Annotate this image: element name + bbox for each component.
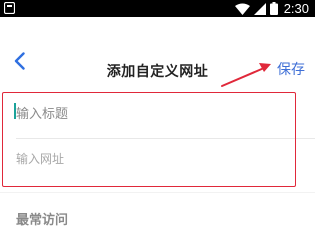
url-field[interactable] [16, 139, 301, 179]
page-title: 添加自定义网址 [106, 64, 209, 80]
cellular-signal-icon [253, 2, 266, 15]
input-divider [16, 138, 315, 139]
app-header: 添加自定义网址 保存 [0, 17, 315, 89]
status-icons: 2:30 [234, 0, 309, 17]
screen: 2:30 添加自定义网址 保存 最常访问 [0, 0, 315, 249]
title-input[interactable] [16, 94, 301, 134]
text-cursor [14, 103, 16, 119]
status-time: 2:30 [283, 1, 309, 16]
url-input[interactable] [16, 139, 301, 179]
save-button[interactable]: 保存 [277, 59, 305, 79]
section-divider [0, 192, 315, 193]
title-field[interactable] [16, 94, 301, 134]
url-form [0, 92, 315, 188]
status-bar: 2:30 [0, 0, 315, 17]
app-notification-icon [4, 2, 15, 14]
battery-icon [269, 2, 278, 15]
wifi-icon [234, 3, 250, 15]
most-visited-heading: 最常访问 [16, 213, 69, 228]
